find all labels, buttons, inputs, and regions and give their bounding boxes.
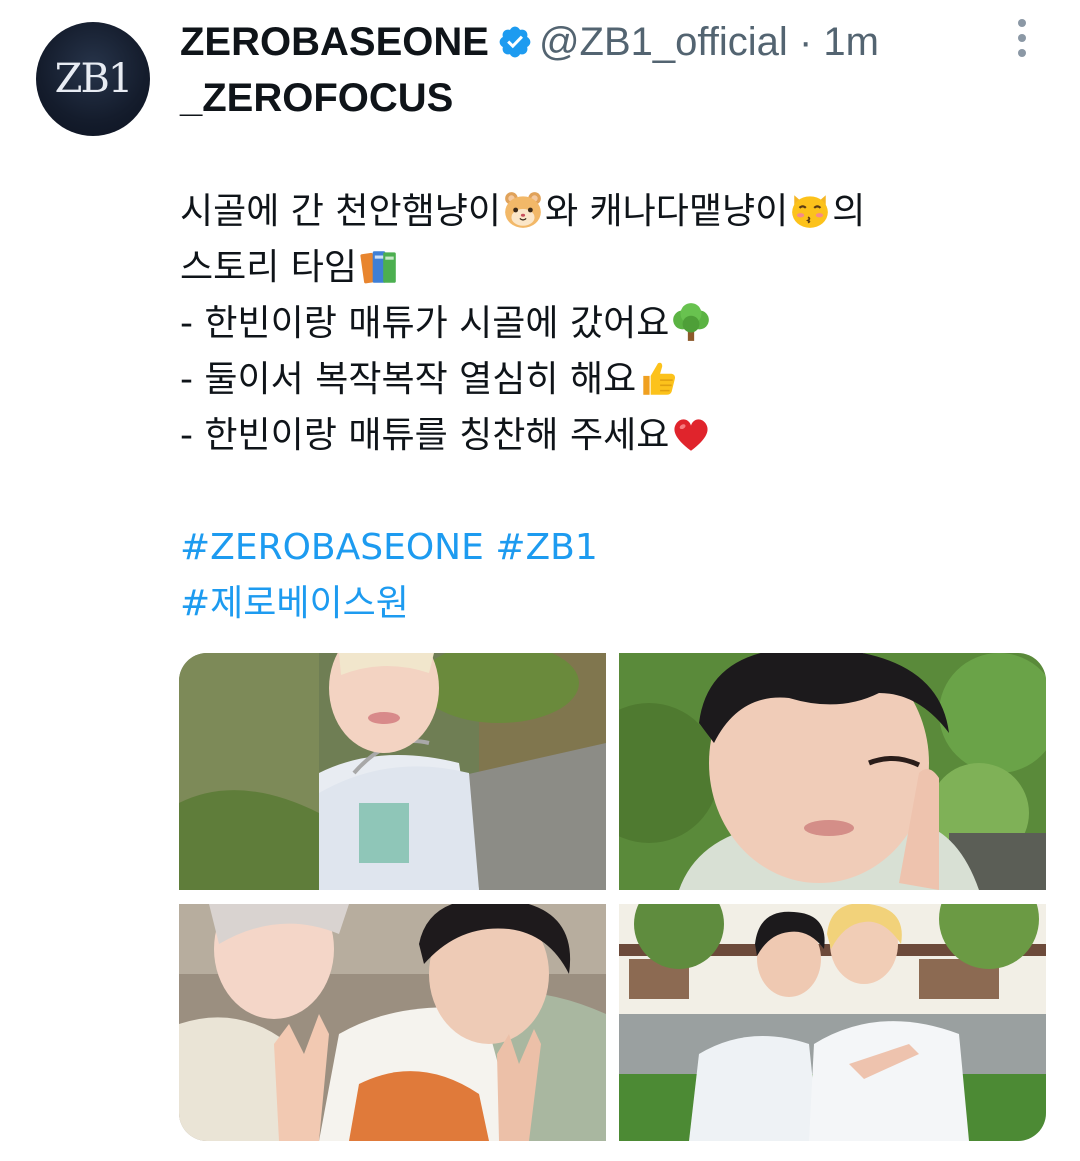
separator-dot: ·: [798, 20, 813, 64]
hashtag-line-2: #제로베이스원: [180, 576, 1030, 632]
tweet-text-segment: - 둘이서 복작복작 열심히 해요: [180, 359, 637, 400]
photo-4-image: [619, 904, 1046, 1141]
tweet-text-segment: - 한빈이랑 매튜가 시골에 갔어요: [180, 303, 670, 344]
tweet-text-segment: 시골에 간 천안햄냥이: [180, 191, 501, 232]
photo-1[interactable]: [179, 653, 606, 890]
red-heart-emoji: [674, 419, 708, 451]
display-name[interactable]: ZEROBASEONE: [180, 20, 489, 64]
tweet-text: 시골에 간 천안햄냥이 와 캐나다맽냥이 의 스토리 타임 - 한빈이랑 매튜가: [180, 184, 1030, 632]
deciduous-tree-emoji: [673, 303, 710, 341]
more-vertical-icon-dot: [1018, 19, 1026, 28]
hamster-face-emoji: [505, 192, 541, 228]
header-line: ZEROBASEONE @ZB1_official · 1m: [180, 14, 1000, 70]
more-vertical-icon-dot: [1018, 33, 1026, 42]
tweet-line-5: - 한빈이랑 매튜를 칭찬해 주세요: [180, 408, 1030, 464]
kissing-cat-emoji: [792, 195, 829, 228]
photo-2[interactable]: [619, 653, 1046, 890]
tweet-line-2: 스토리 타임: [180, 240, 1030, 296]
tweet-text-segment: 의: [832, 191, 866, 232]
hashtag-line-1: #ZEROBASEONE #ZB1: [180, 520, 1030, 576]
media-grid: [179, 653, 1046, 1141]
tweet-header: ZEROBASEONE @ZB1_official · 1m _ZEROFOCU…: [180, 14, 1000, 126]
more-vertical-icon-dot: [1018, 48, 1026, 57]
photo-3-image: [179, 904, 606, 1141]
thumbs-up-emoji: [643, 362, 676, 395]
photo-4[interactable]: [619, 904, 1046, 1141]
account-subline: _ZEROFOCUS: [180, 76, 454, 120]
timestamp[interactable]: 1m: [823, 20, 879, 64]
photo-1-image: [179, 653, 606, 890]
tweet-line-1: 시골에 간 천안햄냥이 와 캐나다맽냥이 의: [180, 184, 1030, 240]
hashtag-link[interactable]: #제로베이스원: [180, 583, 409, 624]
photo-3[interactable]: [179, 904, 606, 1141]
tweet-line-3: - 한빈이랑 매튜가 시골에 갔어요: [180, 296, 1030, 352]
hashtag-link[interactable]: #ZB1: [495, 527, 597, 568]
tweet-line-4: - 둘이서 복작복작 열심히 해요: [180, 352, 1030, 408]
photo-2-image: [619, 653, 1046, 890]
tweet-text-segment: - 한빈이랑 매튜를 칭찬해 주세요: [180, 415, 670, 456]
verified-badge-icon: [499, 26, 531, 58]
tweet-text-segment: 스토리 타임: [180, 247, 358, 288]
books-emoji: [360, 251, 396, 284]
more-options-button[interactable]: [1008, 16, 1036, 60]
user-handle[interactable]: @ZB1_official: [539, 20, 788, 64]
avatar-logo-text: ZB1: [54, 56, 134, 102]
tweet-text-segment: 와 캐나다맽냥이: [544, 191, 789, 232]
avatar[interactable]: ZB1: [36, 22, 150, 136]
hashtag-link[interactable]: #ZEROBASEONE: [180, 527, 484, 568]
